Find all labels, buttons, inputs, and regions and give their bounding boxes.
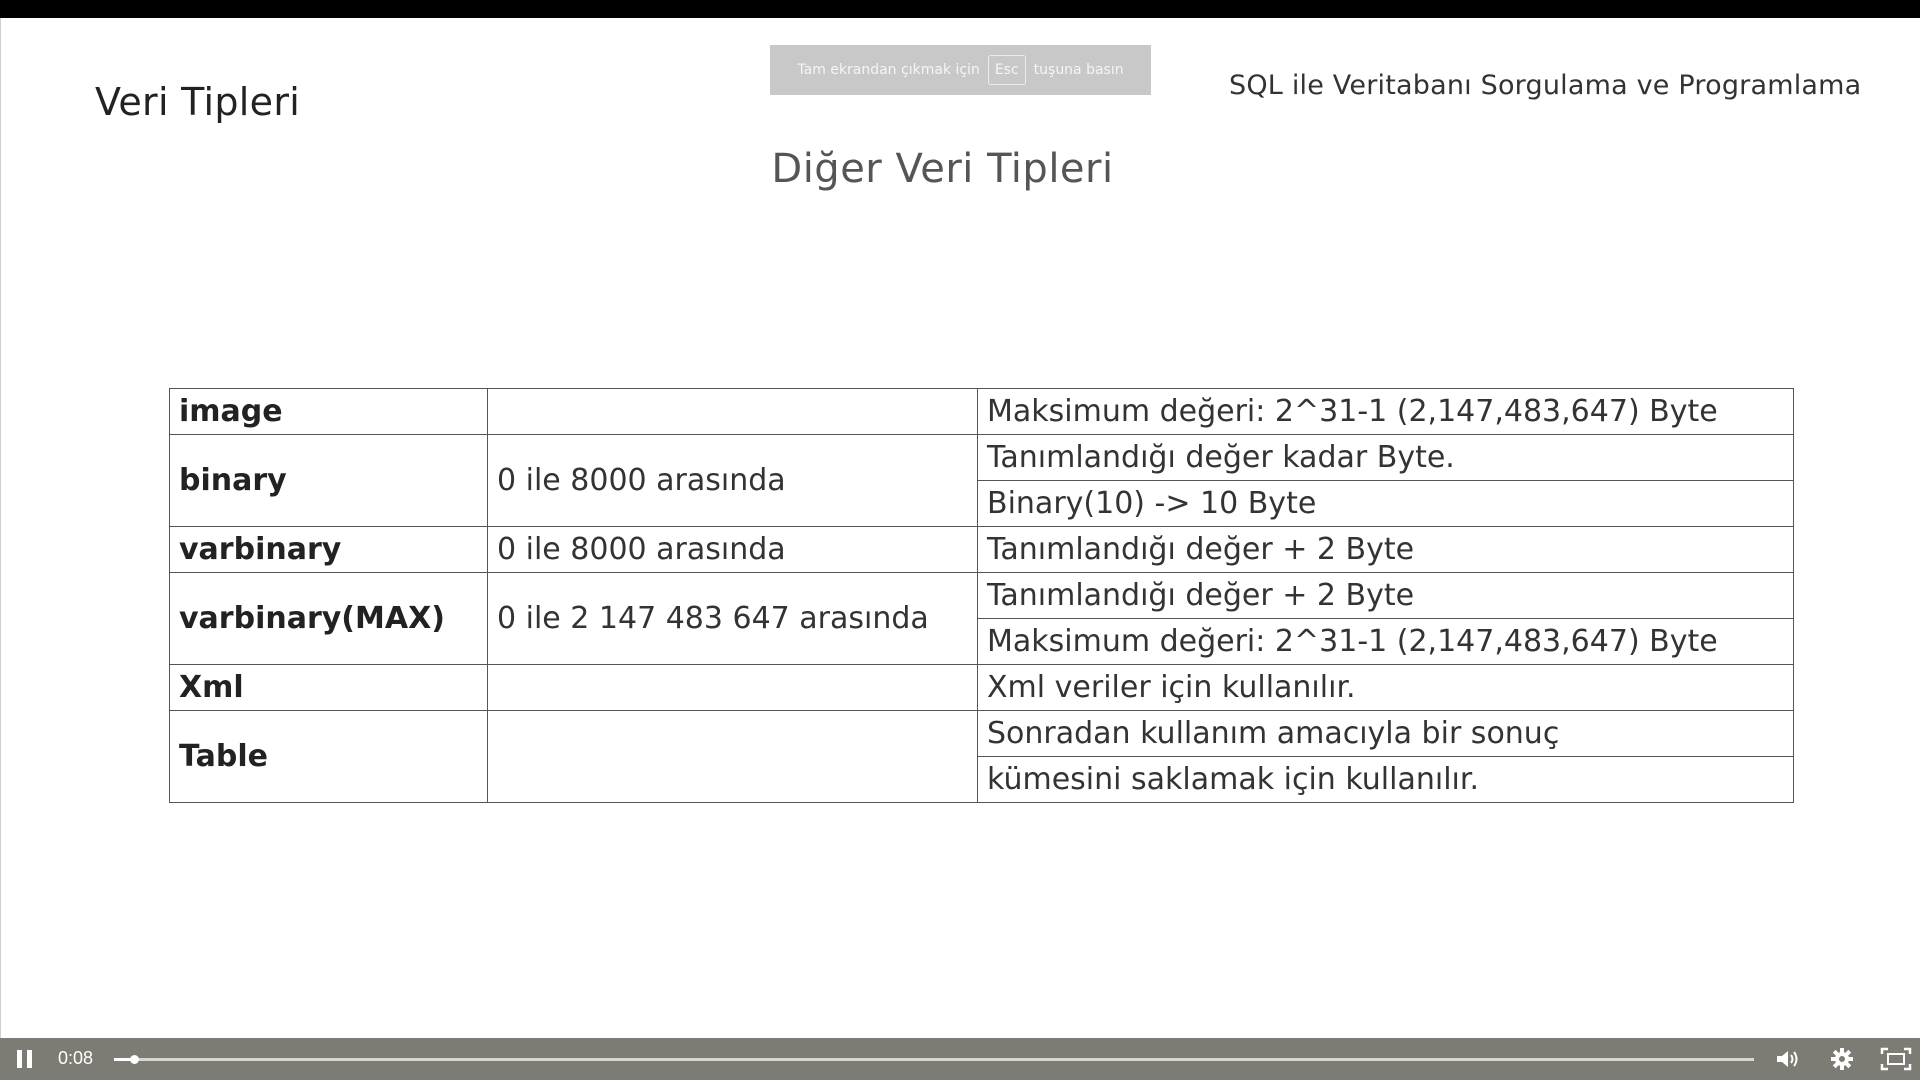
table-row: binary 0 ile 8000 arasında Tanımlandığı … <box>169 434 1794 527</box>
video-player-controls: 0:08 <box>0 1038 1920 1080</box>
gear-icon <box>1831 1048 1853 1070</box>
type-name: Xml <box>169 664 488 711</box>
type-note: Tanımlandığı değer + 2 Byte <box>977 572 1794 619</box>
toast-text-before: Tam ekrandan çıkmak için <box>797 62 980 78</box>
type-name: image <box>169 388 488 435</box>
data-types-table: image Maksimum değeri: 2^31-1 (2,147,483… <box>169 388 1794 803</box>
type-name: binary <box>169 434 488 527</box>
slide-subtitle: Diğer Veri Tipleri <box>771 146 1114 192</box>
type-note: Binary(10) -> 10 Byte <box>977 480 1794 527</box>
type-range <box>487 388 978 435</box>
course-title: SQL ile Veritabanı Sorgulama ve Programl… <box>1229 70 1862 101</box>
table-row: image Maksimum değeri: 2^31-1 (2,147,483… <box>169 388 1794 435</box>
volume-button[interactable] <box>1774 1047 1802 1071</box>
type-range <box>487 710 978 803</box>
type-range: 0 ile 8000 arasında <box>487 434 978 527</box>
volume-icon <box>1777 1051 1798 1067</box>
table-row: Xml Xml veriler için kullanılır. <box>169 664 1794 711</box>
exit-fullscreen-icon <box>1880 1047 1912 1071</box>
pause-button[interactable] <box>14 1048 38 1070</box>
type-name: varbinary <box>169 526 488 573</box>
type-range <box>487 664 978 711</box>
fullscreen-button[interactable] <box>1880 1047 1912 1071</box>
type-range: 0 ile 2 147 483 647 arasında <box>487 572 978 665</box>
table-row: varbinary 0 ile 8000 arasında Tanımlandı… <box>169 526 1794 573</box>
type-note: Xml veriler için kullanılır. <box>977 664 1794 711</box>
type-name: varbinary(MAX) <box>169 572 488 665</box>
type-note: kümesini saklamak için kullanılır. <box>977 756 1794 803</box>
esc-key-hint: Esc <box>987 55 1026 85</box>
type-note: Sonradan kullanım amacıyla bir sonuç <box>977 710 1794 757</box>
table-row: varbinary(MAX) 0 ile 2 147 483 647 arası… <box>169 572 1794 665</box>
type-note: Maksimum değeri: 2^31-1 (2,147,483,647) … <box>977 388 1794 435</box>
top-black-bar <box>0 0 1920 18</box>
type-name: Table <box>169 710 488 803</box>
type-note: Tanımlandığı değer + 2 Byte <box>977 526 1794 573</box>
type-note: Tanımlandığı değer kadar Byte. <box>977 434 1794 481</box>
fullscreen-exit-toast: Tam ekrandan çıkmak için Esc tuşuna bası… <box>770 45 1151 95</box>
type-range: 0 ile 8000 arasında <box>487 526 978 573</box>
slide-title: Veri Tipleri <box>95 80 301 124</box>
toast-text-after: tuşuna basın <box>1033 62 1124 78</box>
progress-handle[interactable] <box>129 1055 139 1064</box>
settings-button[interactable] <box>1828 1047 1856 1071</box>
table-row: Table Sonradan kullanım amacıyla bir son… <box>169 710 1794 803</box>
type-note: Maksimum değeri: 2^31-1 (2,147,483,647) … <box>977 618 1794 665</box>
current-time: 0:08 <box>58 1048 94 1068</box>
progress-bar[interactable] <box>114 1055 1754 1064</box>
